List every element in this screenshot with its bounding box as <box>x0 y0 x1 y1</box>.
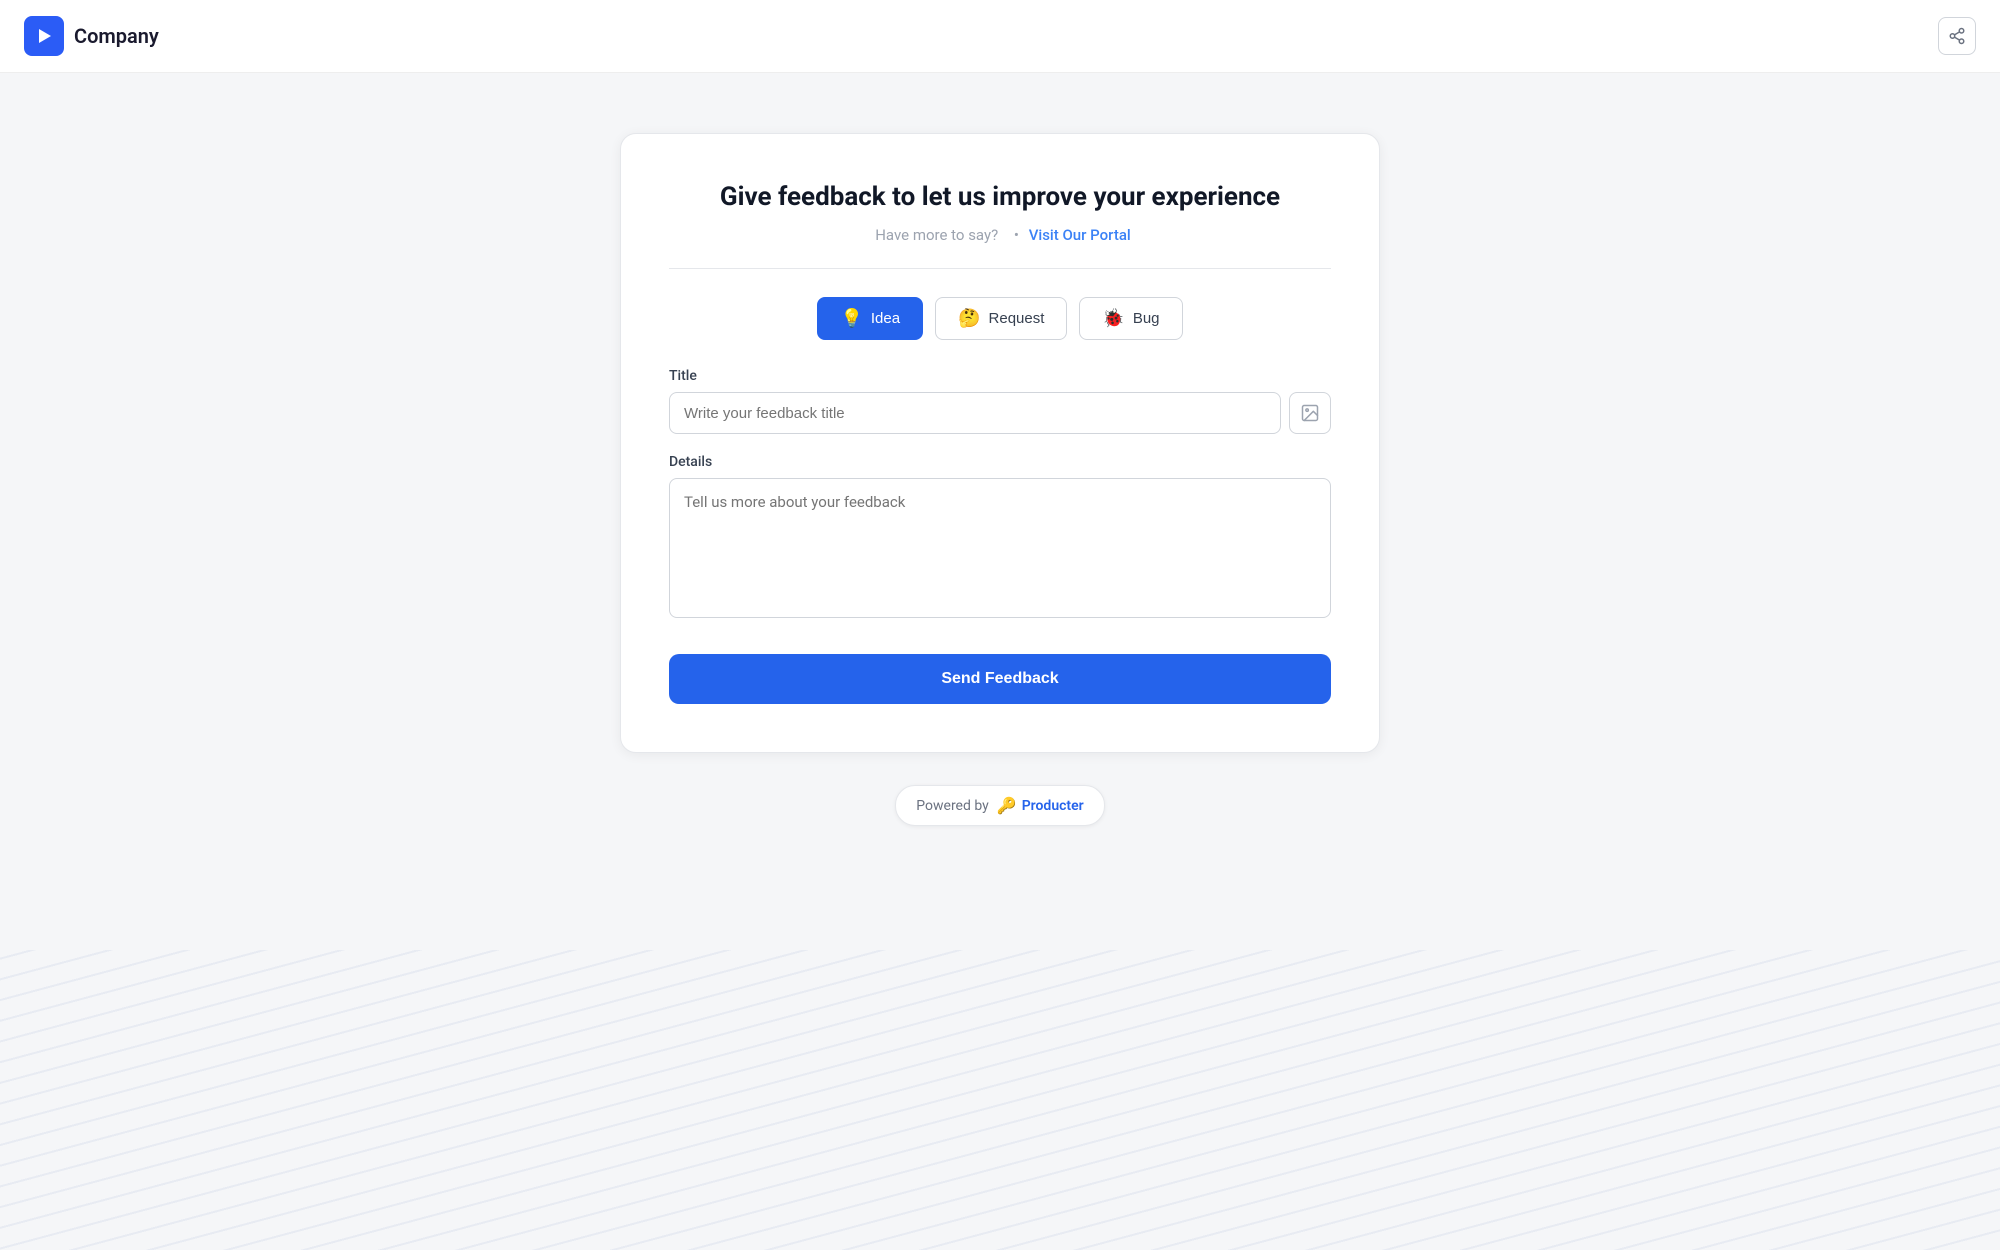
title-input[interactable] <box>669 392 1281 434</box>
powered-by-text: Powered by <box>916 798 989 814</box>
bug-button[interactable]: 🐞 Bug <box>1079 297 1182 340</box>
card-title: Give feedback to let us improve your exp… <box>669 182 1331 212</box>
bug-label: Bug <box>1133 310 1160 327</box>
header-left: Company <box>24 16 159 56</box>
details-textarea[interactable] <box>669 478 1331 618</box>
idea-button[interactable]: 💡 Idea <box>817 297 923 340</box>
divider <box>669 268 1331 269</box>
image-icon <box>1300 403 1320 423</box>
request-label: Request <box>989 310 1045 327</box>
image-upload-button[interactable] <box>1289 392 1331 434</box>
main-content: Give feedback to let us improve your exp… <box>0 73 2000 866</box>
footer: Powered by 🔑 Producter <box>895 785 1104 826</box>
request-emoji: 🤔 <box>958 308 980 329</box>
brand-name: Producter <box>1022 798 1084 814</box>
portal-link[interactable]: Visit Our Portal <box>1029 226 1131 244</box>
details-group: Details <box>669 454 1331 622</box>
producter-icon: 🔑 <box>997 796 1017 815</box>
details-label: Details <box>669 454 1331 470</box>
bug-emoji: 🐞 <box>1102 308 1124 329</box>
title-group: Title <box>669 368 1331 434</box>
powered-by-badge: Powered by 🔑 Producter <box>895 785 1104 826</box>
request-button[interactable]: 🤔 Request <box>935 297 1067 340</box>
idea-label: Idea <box>871 310 900 327</box>
subtitle-separator: • <box>1014 226 1019 244</box>
feedback-type-buttons: 💡 Idea 🤔 Request 🐞 Bug <box>669 297 1331 340</box>
share-icon <box>1948 27 1966 45</box>
title-row <box>669 392 1331 434</box>
producter-logo: 🔑 Producter <box>997 796 1084 815</box>
header: Company <box>0 0 2000 73</box>
share-button[interactable] <box>1938 17 1976 55</box>
company-name: Company <box>74 24 159 48</box>
idea-emoji: 💡 <box>840 308 862 329</box>
feedback-card: Give feedback to let us improve your exp… <box>620 133 1380 753</box>
company-logo <box>24 16 64 56</box>
card-subtitle: Have more to say? • Visit Our Portal <box>669 226 1331 244</box>
title-label: Title <box>669 368 1331 384</box>
subtitle-text: Have more to say? <box>875 226 998 244</box>
submit-button[interactable]: Send Feedback <box>669 654 1331 704</box>
